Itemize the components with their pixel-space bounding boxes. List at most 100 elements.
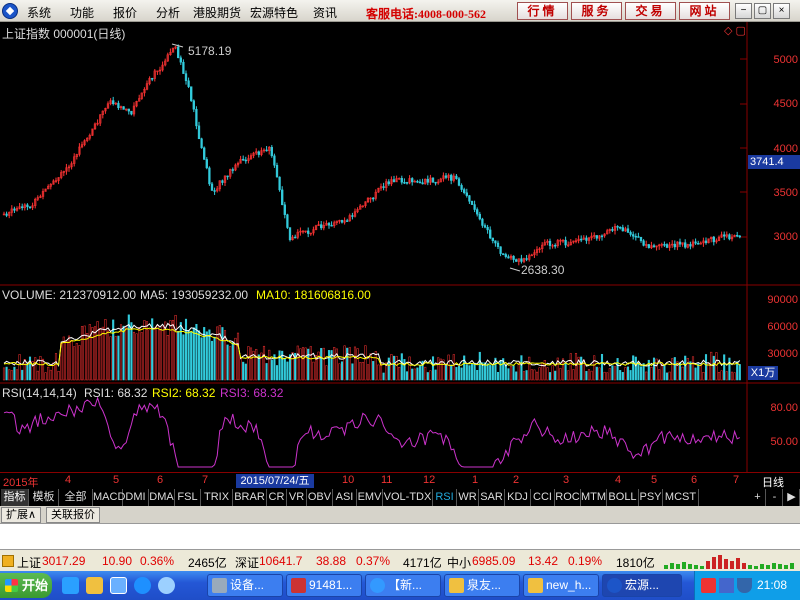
chart-corner-icons[interactable]: ◇ ▢ (724, 24, 746, 37)
candle (13, 208, 16, 211)
candle (494, 240, 497, 244)
volume-bar (158, 329, 162, 381)
media-icon[interactable] (158, 577, 175, 594)
indicator-tab-trix[interactable]: TRIX (201, 489, 233, 506)
start-button[interactable]: 开始 (0, 573, 52, 598)
task-window[interactable]: 91481... (286, 574, 362, 597)
indicator-tab-roc[interactable]: ROC (555, 489, 581, 506)
ma5-line (3, 322, 741, 368)
menu-analysis[interactable]: 分析 (156, 4, 180, 21)
volume-bar (626, 366, 630, 381)
restore-icon[interactable]: ▢ (754, 3, 771, 19)
candle (184, 73, 188, 82)
indicator-tab-mtm[interactable]: MTM (581, 489, 607, 506)
task-browser[interactable]: 【新... (365, 574, 441, 597)
candle (112, 100, 115, 105)
chart-area[interactable]: 上证指数 000001(日线) ◇ ▢ 5178.19 2638.30 5000… (0, 22, 800, 472)
candle (177, 46, 180, 59)
period-label[interactable]: 日线 (762, 474, 784, 490)
status-indicator-icon[interactable] (2, 555, 14, 567)
tab-remove-button[interactable]: - (767, 489, 783, 506)
candle (652, 245, 656, 248)
indicator-tab-cr[interactable]: CR (267, 489, 287, 506)
candle (210, 183, 214, 191)
tray-network-icon[interactable] (719, 578, 734, 593)
menu-news[interactable]: 资讯 (313, 4, 337, 21)
task-folder-quanyou[interactable]: 泉友... (444, 574, 520, 597)
volume-bar (192, 327, 195, 381)
indicator-tab-brar[interactable]: BRAR (233, 489, 267, 506)
indicator-tab-[interactable]: 指标 (1, 489, 29, 506)
indicator-tab-emv[interactable]: EMV (357, 489, 383, 506)
time-label: 2015年 (3, 477, 39, 489)
indicator-tab-boll[interactable]: BOLL (607, 489, 639, 506)
tray-shield-icon[interactable] (737, 578, 752, 593)
volume-bar (639, 366, 643, 381)
indicator-tab-[interactable]: 全部 (59, 489, 93, 506)
indicator-tab-[interactable]: 模板 (29, 489, 59, 506)
indicator-tab-wr[interactable]: WR (457, 489, 479, 506)
indicator-tab-asi[interactable]: ASI (333, 489, 357, 506)
candle (507, 256, 510, 259)
volume-bar (268, 349, 271, 381)
service-button[interactable]: 服务 (571, 2, 622, 20)
candle (489, 229, 492, 239)
file-explorer-icon[interactable] (86, 577, 103, 594)
kline-chart-svg[interactable] (0, 22, 800, 472)
volume-bar (398, 367, 401, 381)
indicator-tab-cci[interactable]: CCI (531, 489, 555, 506)
volume-bar (65, 341, 68, 381)
indicator-tab-macd[interactable]: MACD (93, 489, 125, 506)
indicator-tab-fsl[interactable]: FSL (175, 489, 201, 506)
tab-add-button[interactable]: + (750, 489, 766, 506)
indicator-tab-psy[interactable]: PSY (639, 489, 663, 506)
volume-bar (309, 346, 312, 381)
indicator-tab-rsi[interactable]: RSI (433, 489, 457, 506)
vol-tick-60000: 60000 (767, 321, 798, 333)
app-logo-icon[interactable] (2, 3, 18, 19)
indicator-tab-obv[interactable]: OBV (307, 489, 333, 506)
volume-bar (468, 365, 471, 381)
indicator-tab-sar[interactable]: SAR (479, 489, 505, 506)
candle (281, 189, 284, 206)
trade-button[interactable]: 交易 (625, 2, 676, 20)
breadth-bar (694, 565, 698, 569)
related-quotes-tab[interactable]: 关联报价 (46, 507, 100, 523)
minimize-icon[interactable]: − (735, 3, 752, 19)
window-icon[interactable] (110, 577, 127, 594)
show-desktop-icon[interactable] (62, 577, 79, 594)
volume-bar (327, 350, 331, 381)
volume-bar (179, 322, 182, 381)
task-device-manager[interactable]: 设备... (207, 574, 283, 597)
website-button[interactable]: 网站 (679, 2, 730, 20)
volume-bar (535, 371, 539, 381)
indicator-tab-kdj[interactable]: KDJ (505, 489, 531, 506)
indicator-tab-dma[interactable]: DMA (149, 489, 175, 506)
indicator-tab-vr[interactable]: VR (287, 489, 307, 506)
indicator-tab-mcst[interactable]: MCST (663, 489, 699, 506)
volume-bar (515, 371, 518, 381)
menu-system[interactable]: 系统 (27, 4, 51, 21)
time-axis[interactable]: 2015年 4 5 6 7 2015/07/24/五 10 11 12 1 2 … (0, 472, 800, 489)
volume-bar (463, 355, 466, 381)
volume-bar (465, 364, 468, 381)
volume-bar (39, 356, 42, 381)
task-hongyuan[interactable]: 宏源... (602, 574, 682, 597)
task-folder-new[interactable]: new_h... (523, 574, 599, 597)
quotes-button[interactable]: 行情 (517, 2, 568, 20)
sz-index-pct: 0.37% (356, 554, 391, 568)
indicator-tab-dmi[interactable]: DMI (123, 489, 149, 506)
menu-function[interactable]: 功能 (70, 4, 94, 21)
volume-bar (725, 371, 728, 381)
indicator-tab-voltdx[interactable]: VOL-TDX (383, 489, 433, 506)
ie-browser-icon[interactable] (134, 577, 151, 594)
menu-hongyuan-special[interactable]: 宏源特色 (250, 4, 298, 21)
close-icon[interactable]: × (773, 3, 790, 19)
expand-tab[interactable]: 扩展∧ (1, 507, 42, 523)
menu-quote[interactable]: 报价 (113, 4, 137, 21)
menu-hk-futures[interactable]: 港股期货 (193, 4, 241, 21)
volume-bar (366, 364, 370, 381)
volume-bar (262, 345, 266, 381)
tray-flag-icon[interactable] (701, 578, 716, 593)
tab-scroll-right-button[interactable]: ▶ (784, 489, 800, 506)
